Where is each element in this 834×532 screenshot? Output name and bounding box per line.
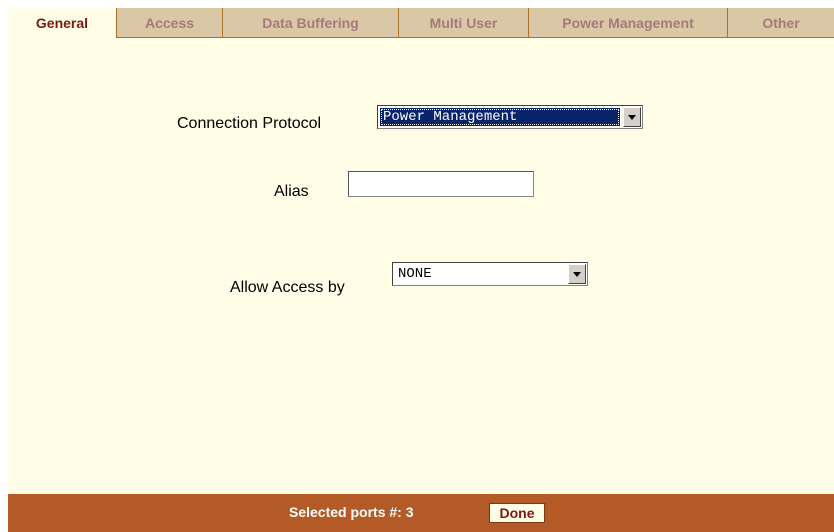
alias-input[interactable]: [348, 171, 534, 197]
chevron-down-icon[interactable]: [568, 264, 586, 284]
tab-multi-user-label: Multi User: [429, 14, 498, 31]
port-settings-panel: General Access Data Buffering Multi User…: [8, 8, 834, 532]
done-button-label: Done: [499, 505, 535, 521]
tab-bar: General Access Data Buffering Multi User…: [8, 8, 834, 38]
tab-general[interactable]: General: [8, 8, 116, 38]
tab-multi-user[interactable]: Multi User: [398, 8, 528, 38]
connection-protocol-value: Power Management: [380, 108, 620, 126]
tab-power-management-label: Power Management: [562, 14, 694, 31]
allow-access-by-select[interactable]: NONE: [392, 262, 588, 286]
chevron-down-icon[interactable]: [623, 107, 641, 127]
selected-ports-text: Selected ports #: 3: [289, 504, 414, 520]
tab-data-buffering[interactable]: Data Buffering: [222, 8, 398, 38]
tab-power-management[interactable]: Power Management: [528, 8, 727, 38]
tab-other[interactable]: Other: [727, 8, 834, 38]
allow-access-by-value: NONE: [398, 266, 432, 282]
tab-data-buffering-label: Data Buffering: [262, 14, 359, 31]
tab-access[interactable]: Access: [116, 8, 222, 38]
footer-bar: Selected ports #: 3 Done: [8, 494, 834, 532]
tab-access-label: Access: [144, 14, 195, 31]
tab-general-label: General: [35, 15, 89, 31]
tab-other-label: Other: [762, 14, 800, 31]
connection-protocol-select[interactable]: Power Management: [377, 105, 643, 129]
done-button[interactable]: Done: [489, 503, 545, 523]
connection-protocol-label: Connection Protocol: [177, 115, 322, 132]
allow-access-by-label: Allow Access by: [230, 279, 345, 296]
alias-label: Alias: [274, 183, 309, 200]
